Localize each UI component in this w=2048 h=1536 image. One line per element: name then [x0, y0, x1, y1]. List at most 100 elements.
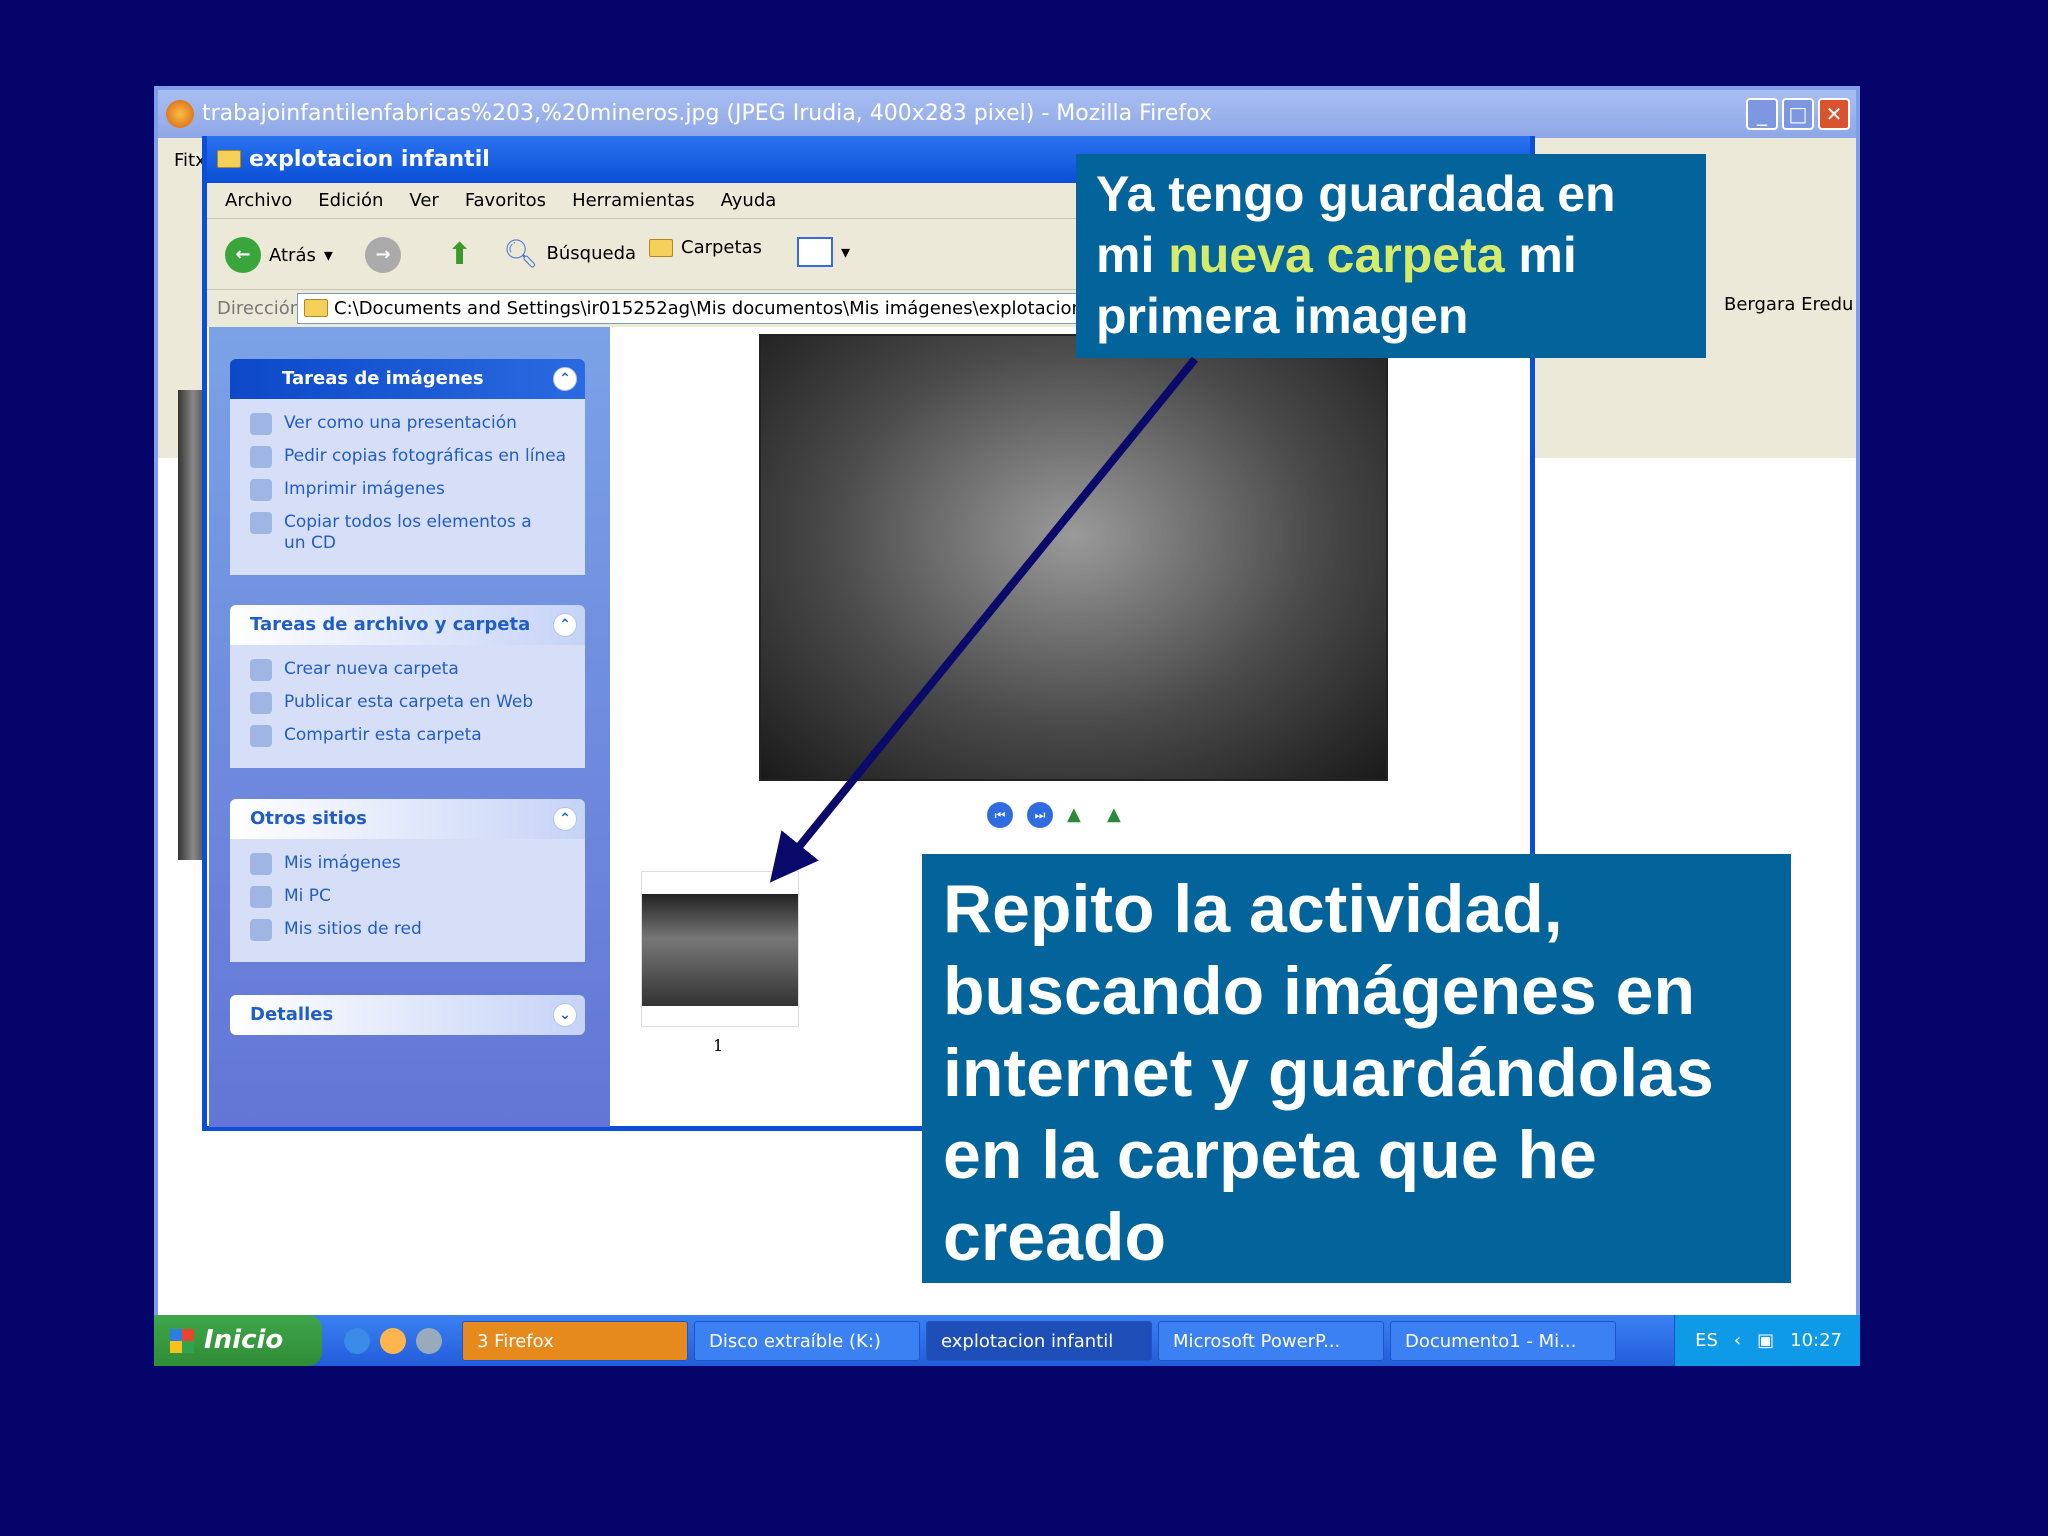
place-label: Mi PC — [284, 886, 331, 906]
task-publish-web[interactable]: Publicar esta carpeta en Web — [250, 692, 585, 714]
windows-logo-icon — [170, 1329, 194, 1353]
address-value: C:\Documents and Settings\ir015252ag\Mis… — [334, 298, 1151, 319]
slideshow-icon — [250, 413, 272, 435]
place-label: Mis imágenes — [284, 853, 401, 873]
start-button[interactable]: Inicio — [154, 1315, 322, 1366]
forward-arrow-icon: → — [365, 237, 401, 273]
task-label: Imprimir imágenes — [284, 479, 445, 499]
firefox-title: trabajoinfantilenfabricas%203,%20mineros… — [202, 101, 1212, 126]
panel-image-tasks: Tareas de imágenes ⌃ Ver como una present… — [230, 359, 585, 575]
task-label: Copiar todos los elementos a un CD — [284, 512, 532, 553]
taskbar-powerpoint[interactable]: Microsoft PowerP... — [1158, 1320, 1384, 1361]
search-label: Búsqueda — [546, 243, 637, 264]
task-label: Publicar esta carpeta en Web — [284, 692, 534, 712]
callout-highlight: nueva carpeta — [1168, 227, 1505, 283]
task-share-folder[interactable]: Compartir esta carpeta — [250, 725, 585, 747]
task-copy-cd[interactable]: Copiar todos los elementos a un CD — [250, 512, 585, 554]
task-label: Compartir esta carpeta — [284, 725, 482, 745]
firefox-menu-file[interactable]: Fitx — [174, 150, 206, 171]
place-network[interactable]: Mis sitios de red — [250, 919, 585, 941]
panel-other-places: Otros sitios ⌃ Mis imágenes Mi PC Mis sit… — [230, 799, 585, 962]
app-icon[interactable] — [416, 1327, 442, 1354]
new-folder-icon — [250, 659, 272, 681]
system-tray: ES ‹ ▣ 10:27 — [1674, 1315, 1860, 1366]
printer-icon — [250, 479, 272, 501]
search-button[interactable]: 🔍︎ Búsqueda — [503, 237, 636, 270]
network-icon — [250, 919, 272, 941]
taskbar-word[interactable]: Documento1 - Mi... — [1390, 1320, 1616, 1361]
globe-icon — [250, 692, 272, 714]
back-label: Atrás — [269, 244, 316, 266]
up-arrow-icon: ⬆ — [447, 237, 473, 272]
task-new-folder[interactable]: Crear nueva carpeta — [250, 659, 585, 681]
panel-details: Detalles ⌄ — [230, 995, 585, 1035]
ie-icon[interactable] — [344, 1327, 370, 1354]
back-button[interactable]: ← Atrás ▾ — [225, 237, 333, 273]
menu-favoritos[interactable]: Favoritos — [465, 190, 546, 211]
panel-file-tasks: Tareas de archivo y carpeta ⌃ Crear nueva… — [230, 605, 585, 768]
rotate-clockwise-icon[interactable]: ▲ — [1067, 806, 1093, 824]
menu-herramientas[interactable]: Herramientas — [572, 190, 695, 211]
next-image-icon[interactable]: ⏭ — [1027, 802, 1053, 828]
callout-bottom: Repito la actividad, buscando imágenes e… — [922, 854, 1791, 1283]
rotate-counterclockwise-icon[interactable]: ▲ — [1107, 806, 1133, 824]
panel-header[interactable]: Otros sitios ⌃ — [230, 799, 585, 839]
task-slideshow[interactable]: Ver como una presentación — [250, 413, 585, 435]
maximize-button[interactable]: □ — [1782, 98, 1814, 130]
panel-header[interactable]: Tareas de imágenes ⌃ — [230, 359, 585, 399]
back-arrow-icon: ← — [225, 237, 261, 273]
previous-image-icon[interactable]: ⏮ — [987, 802, 1013, 828]
place-my-computer[interactable]: Mi PC — [250, 886, 585, 908]
menu-ayuda[interactable]: Ayuda — [721, 190, 777, 211]
up-folder-button[interactable]: ⬆ — [447, 237, 472, 272]
forward-button[interactable]: → — [365, 237, 401, 273]
folders-button[interactable]: Carpetas — [649, 237, 762, 258]
firefox-title-bar: trabajoinfantilenfabricas%203,%20mineros… — [158, 90, 1856, 138]
search-icon: 🔍︎ — [503, 237, 539, 270]
tray-expand-icon[interactable]: ‹ — [1734, 1315, 1741, 1366]
network-tray-icon[interactable]: ▣ — [1757, 1315, 1774, 1366]
task-label: Crear nueva carpeta — [284, 659, 459, 679]
start-label: Inicio — [204, 1325, 284, 1355]
firefox-icon[interactable] — [380, 1327, 406, 1354]
collapse-chevron-icon[interactable]: ⌃ — [553, 613, 577, 637]
address-label: Dirección — [217, 298, 302, 319]
language-indicator[interactable]: ES — [1695, 1315, 1718, 1366]
cd-icon — [250, 512, 272, 534]
place-my-pictures[interactable]: Mis imágenes — [250, 853, 585, 875]
task-label: Pedir copias fotográficas en línea — [284, 446, 567, 466]
menu-archivo[interactable]: Archivo — [225, 190, 292, 211]
menu-ver[interactable]: Ver — [409, 190, 438, 211]
place-label: Mis sitios de red — [284, 919, 422, 939]
panel-title: Detalles — [250, 1004, 334, 1025]
minimize-button[interactable]: _ — [1746, 98, 1778, 130]
taskbar-explorer[interactable]: explotacion infantil — [926, 1320, 1152, 1361]
thumbnail[interactable] — [641, 871, 799, 1027]
taskbar: Inicio 3 Firefox Disco extraíble (K:) ex… — [154, 1315, 1860, 1366]
folder-icon — [304, 299, 328, 317]
thumbnail-label: 1 — [713, 1036, 724, 1055]
folders-icon — [649, 238, 673, 257]
computer-icon — [250, 886, 272, 908]
collapse-chevron-icon[interactable]: ⌃ — [553, 367, 577, 391]
callout-top: Ya tengo guardada en mi nueva carpeta mi… — [1076, 154, 1706, 358]
firefox-logo-icon — [166, 100, 194, 128]
task-order-prints[interactable]: Pedir copias fotográficas en línea — [250, 446, 585, 468]
panel-title: Tareas de archivo y carpeta — [250, 614, 531, 635]
menu-edicion[interactable]: Edición — [318, 190, 383, 211]
panel-title: Otros sitios — [250, 808, 367, 829]
expand-chevron-icon[interactable]: ⌄ — [553, 1003, 577, 1027]
task-print[interactable]: Imprimir imágenes — [250, 479, 585, 501]
taskbar-firefox[interactable]: 3 Firefox — [462, 1320, 688, 1361]
quick-launch — [344, 1327, 442, 1354]
bookmarks-bar[interactable]: Bergara Eredu — [1724, 294, 1853, 315]
share-folder-icon — [250, 725, 272, 747]
views-button[interactable]: ▾ — [797, 237, 850, 267]
close-button[interactable]: ✕ — [1818, 98, 1850, 130]
panel-header[interactable]: Tareas de archivo y carpeta ⌃ — [230, 605, 585, 645]
explorer-title: explotacion infantil — [249, 147, 490, 172]
collapse-chevron-icon[interactable]: ⌃ — [553, 807, 577, 831]
folders-label: Carpetas — [681, 237, 762, 258]
panel-header[interactable]: Detalles ⌄ — [230, 995, 585, 1035]
taskbar-removable-disk[interactable]: Disco extraíble (K:) — [694, 1320, 920, 1361]
